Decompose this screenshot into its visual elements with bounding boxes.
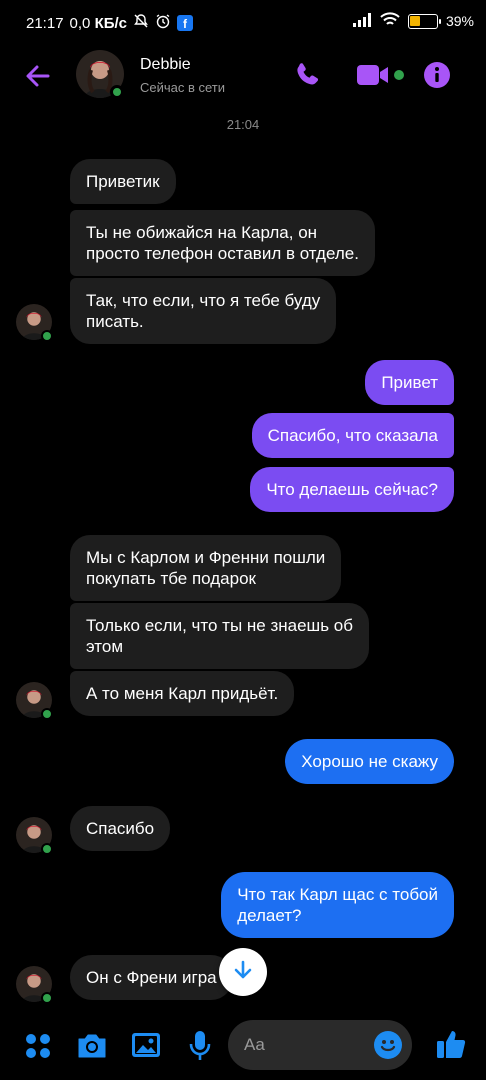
message-incoming[interactable]: Ты не обижайся на Карла, он просто телеф… xyxy=(70,210,375,276)
composer-bar xyxy=(0,1012,486,1080)
wifi-icon xyxy=(380,12,400,30)
message-outgoing[interactable]: Хорошо не скажу xyxy=(285,739,454,784)
online-indicator xyxy=(110,85,124,99)
message-input-container[interactable] xyxy=(228,1020,412,1070)
message-incoming[interactable]: Так, что если, что я тебе буду писать. xyxy=(70,278,337,344)
arrow-down-icon xyxy=(232,959,254,986)
image-icon[interactable] xyxy=(131,1031,161,1064)
online-indicator xyxy=(41,708,53,720)
video-online-indicator xyxy=(394,70,404,80)
signal-icon xyxy=(352,12,372,30)
message-incoming[interactable]: А то меня Карл придьёт. xyxy=(70,671,295,716)
message-incoming[interactable]: Он с Френи игра xyxy=(70,955,233,1000)
message-outgoing[interactable]: Что делаешь сейчас? xyxy=(250,467,454,512)
emoji-icon[interactable] xyxy=(374,1031,402,1059)
contact-name[interactable]: Debbie xyxy=(140,56,191,74)
network-speed: 0,0 КБ/с xyxy=(69,14,128,32)
back-arrow-icon[interactable] xyxy=(22,60,54,92)
microphone-icon[interactable] xyxy=(188,1030,212,1067)
status-bar: 21:17 0,0 КБ/с f 39% xyxy=(0,0,486,44)
online-indicator xyxy=(41,992,53,1004)
online-indicator xyxy=(41,330,53,342)
status-left: 21:17 0,0 КБ/с f xyxy=(26,13,194,33)
message-incoming[interactable]: Мы с Карлом и Френни пошли покупать тбе … xyxy=(70,535,342,601)
message-incoming[interactable]: Только если, что ты не знаешь об этом xyxy=(70,603,369,669)
message-incoming[interactable]: Приветик xyxy=(70,159,176,204)
battery-icon xyxy=(407,13,441,29)
message-outgoing[interactable]: Что так Карл щас с тобой делает? xyxy=(221,872,454,938)
message-incoming[interactable]: Спасибо xyxy=(70,806,171,851)
message-input[interactable] xyxy=(244,1020,374,1070)
facebook-notification-icon: f xyxy=(177,15,194,31)
battery-percent: 39% xyxy=(445,13,474,29)
phone-icon[interactable] xyxy=(292,60,322,95)
info-icon[interactable] xyxy=(423,61,451,94)
status-right: 39% xyxy=(352,12,474,30)
camera-icon[interactable] xyxy=(76,1032,108,1065)
message-outgoing[interactable]: Привет xyxy=(365,360,454,405)
status-time: 21:17 xyxy=(26,14,64,32)
scroll-to-bottom-button[interactable] xyxy=(219,948,267,996)
apps-grid-icon[interactable] xyxy=(24,1032,52,1065)
chat-header: Debbie Сейчас в сети xyxy=(0,44,486,108)
alarm-icon xyxy=(155,13,171,33)
mute-icon xyxy=(133,13,149,33)
contact-status: Сейчас в сети xyxy=(140,80,226,95)
time-separator: 21:04 xyxy=(226,117,260,132)
online-indicator xyxy=(41,843,53,855)
thumbs-up-icon[interactable] xyxy=(436,1028,466,1065)
video-camera-icon[interactable] xyxy=(356,61,390,94)
message-outgoing[interactable]: Спасибо, что сказала xyxy=(251,413,454,458)
